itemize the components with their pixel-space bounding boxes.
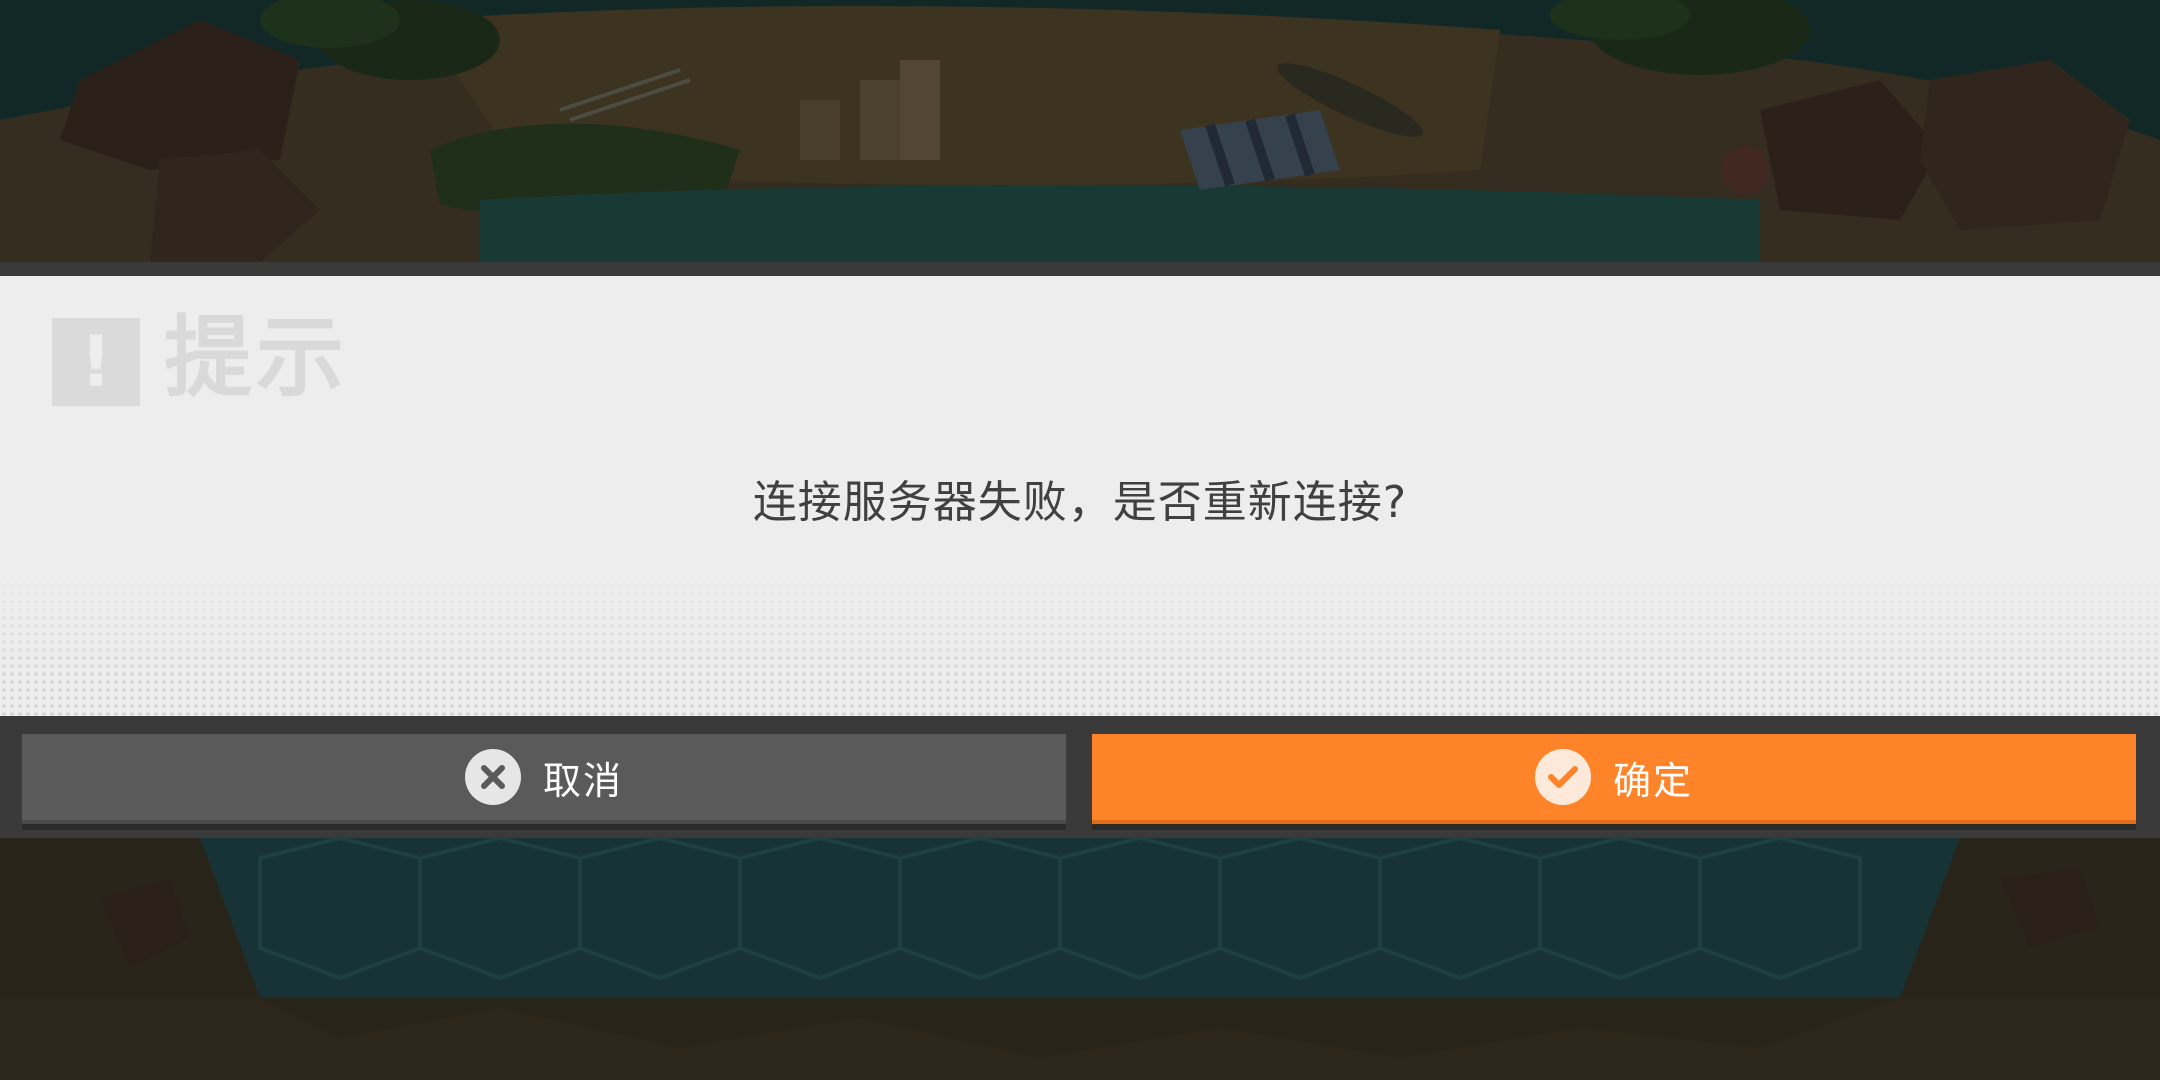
dialog-panel: ! 提示 连接服务器失败，是否重新连接? (0, 276, 2160, 716)
dialog-message: 连接服务器失败，是否重新连接? (752, 477, 1408, 528)
confirm-button[interactable]: 确定 (1092, 734, 2136, 824)
dialog-title: 提示 (164, 306, 349, 409)
check-icon (1534, 749, 1591, 805)
dot-pattern (0, 566, 2160, 716)
cancel-button-label: 取消 (542, 758, 623, 803)
confirm-button-label: 确定 (1612, 758, 1693, 803)
background-scene-bottom (0, 835, 2160, 1080)
cancel-button[interactable]: 取消 (22, 734, 1066, 824)
exclamation-glyph: ! (80, 321, 112, 403)
background-scene-top (0, 0, 2160, 262)
dialog-top-border (0, 262, 2160, 276)
game-screen: ! 提示 连接服务器失败，是否重新连接? 取消 确定 (0, 0, 2160, 1080)
exclamation-icon: ! (52, 318, 140, 406)
beach-island-scene (0, 0, 2160, 262)
hex-water-grid (0, 835, 2160, 1080)
close-icon (464, 749, 521, 805)
dialog-button-bar: 取消 确定 (0, 716, 2160, 838)
